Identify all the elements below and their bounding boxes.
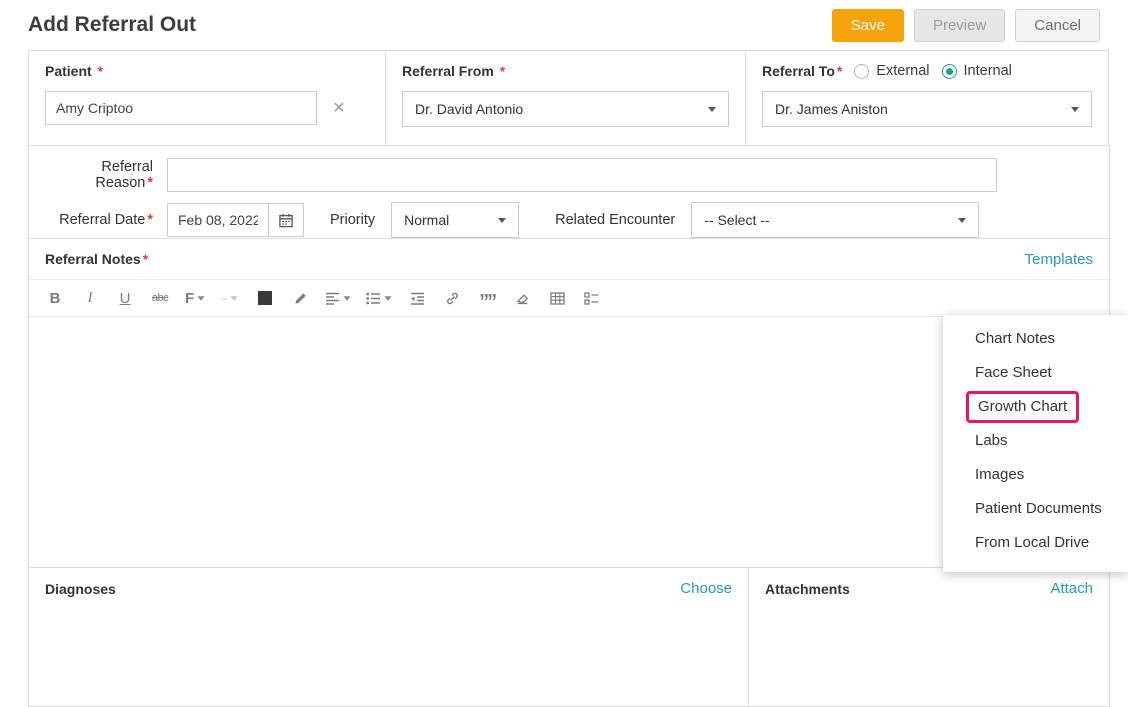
referral-to-label: Referral To: [762, 63, 835, 79]
clear-format-icon[interactable]: [512, 291, 532, 305]
outdent-icon[interactable]: [407, 292, 427, 305]
referral-notes-required-asterisk: *: [143, 251, 148, 267]
priority-selected-value: Normal: [404, 212, 449, 228]
referral-reason-label: Referral Reason: [95, 159, 153, 191]
align-left-icon[interactable]: [325, 292, 351, 305]
referral-notes-label: Referral Notes: [45, 251, 141, 267]
text-color-icon[interactable]: [290, 291, 310, 306]
preview-button[interactable]: Preview: [914, 9, 1005, 42]
page-header: Add Referral Out Save Preview Cancel: [0, 0, 1128, 50]
referral-from-selected-value: Dr. David Antonio: [415, 101, 523, 117]
attachments-section: Attachments Attach: [748, 567, 1110, 707]
growth-chart-highlight-box: Growth Chart: [966, 391, 1079, 423]
chevron-down-icon: [385, 296, 392, 301]
form-row-top: Patient * × Referral From * Dr. David An…: [28, 50, 1110, 146]
underline-icon[interactable]: U: [115, 290, 135, 307]
menu-item-from-local-drive[interactable]: From Local Drive: [943, 526, 1128, 560]
form-row-bottom: Diagnoses Choose Attachments Attach: [28, 567, 1110, 707]
referral-from-section: Referral From * Dr. David Antonio: [385, 50, 746, 146]
referral-date-input[interactable]: [167, 203, 269, 237]
templates-dropdown-menu: Chart Notes Face Sheet Growth Chart Labs…: [943, 315, 1128, 572]
referral-to-select[interactable]: Dr. James Aniston: [762, 91, 1092, 127]
referral-from-required-asterisk: *: [500, 63, 505, 79]
internal-radio[interactable]: [942, 64, 957, 79]
menu-item-patient-documents[interactable]: Patient Documents: [943, 492, 1128, 526]
chevron-down-icon: [198, 296, 205, 301]
font-size-icon[interactable]: -: [220, 290, 240, 307]
internal-radio-label: Internal: [964, 63, 1012, 79]
referral-from-label: Referral From: [402, 63, 494, 79]
bold-icon[interactable]: B: [45, 290, 65, 307]
form-row-details: Referral Reason* Referral Date* Priority…: [28, 145, 1110, 239]
editor-toolbar: B I U abc F - ””: [29, 279, 1109, 317]
referral-to-section: Referral To * External Internal Dr. Jame…: [745, 50, 1109, 146]
italic-icon[interactable]: I: [80, 290, 100, 307]
font-family-icon[interactable]: F: [185, 290, 205, 307]
chevron-down-icon: [344, 296, 351, 301]
page-title: Add Referral Out: [28, 13, 196, 37]
cancel-button[interactable]: Cancel: [1015, 9, 1100, 42]
link-icon[interactable]: [442, 291, 462, 306]
referral-date-label: Referral Date: [59, 212, 145, 228]
bg-color-icon[interactable]: [255, 291, 275, 305]
menu-item-face-sheet[interactable]: Face Sheet: [943, 356, 1128, 390]
priority-label: Priority: [330, 212, 375, 228]
save-button[interactable]: Save: [832, 9, 904, 42]
external-radio[interactable]: [854, 64, 869, 79]
bullet-list-icon[interactable]: [366, 292, 392, 305]
chevron-down-icon: [231, 296, 238, 301]
templates-link[interactable]: Templates: [1025, 251, 1093, 268]
chevron-down-icon: [1071, 107, 1079, 112]
menu-item-chart-notes[interactable]: Chart Notes: [943, 322, 1128, 356]
choose-diagnoses-link[interactable]: Choose: [680, 580, 732, 597]
calendar-icon: [278, 213, 294, 228]
diagnoses-label: Diagnoses: [45, 581, 116, 597]
attach-link[interactable]: Attach: [1050, 580, 1093, 597]
external-radio-label: External: [876, 63, 929, 79]
referral-to-internal-option[interactable]: Internal: [942, 63, 1012, 79]
related-encounter-selected-value: -- Select --: [704, 212, 769, 228]
strikethrough-icon[interactable]: abc: [150, 292, 170, 304]
menu-item-labs[interactable]: Labs: [943, 424, 1128, 458]
patient-required-asterisk: *: [98, 63, 103, 79]
calendar-button[interactable]: [268, 203, 304, 237]
header-actions: Save Preview Cancel: [832, 9, 1100, 42]
blockquote-icon[interactable]: ””: [477, 289, 497, 307]
related-encounter-label: Related Encounter: [555, 212, 675, 228]
attachments-label: Attachments: [765, 581, 850, 597]
chevron-down-icon: [708, 107, 716, 112]
referral-from-select[interactable]: Dr. David Antonio: [402, 91, 729, 127]
referral-to-required-asterisk: *: [837, 63, 842, 79]
priority-select[interactable]: Normal: [391, 202, 519, 238]
clear-patient-icon[interactable]: ×: [333, 98, 345, 118]
checklist-icon[interactable]: [582, 292, 602, 305]
patient-label: Patient: [45, 63, 92, 79]
patient-input[interactable]: [45, 91, 317, 125]
referral-to-selected-value: Dr. James Aniston: [775, 101, 888, 117]
referral-date-required-asterisk: *: [147, 212, 153, 228]
related-encounter-select[interactable]: -- Select --: [691, 202, 979, 238]
patient-section: Patient * ×: [28, 50, 386, 146]
diagnoses-section: Diagnoses Choose: [28, 567, 749, 707]
chevron-down-icon: [958, 218, 966, 223]
menu-item-growth-chart[interactable]: Growth Chart: [943, 390, 1128, 424]
menu-item-images[interactable]: Images: [943, 458, 1128, 492]
chevron-down-icon: [498, 218, 506, 223]
referral-reason-required-asterisk: *: [147, 175, 153, 191]
referral-to-external-option[interactable]: External: [854, 63, 929, 79]
table-icon[interactable]: [547, 292, 567, 305]
referral-reason-input[interactable]: [167, 158, 997, 192]
